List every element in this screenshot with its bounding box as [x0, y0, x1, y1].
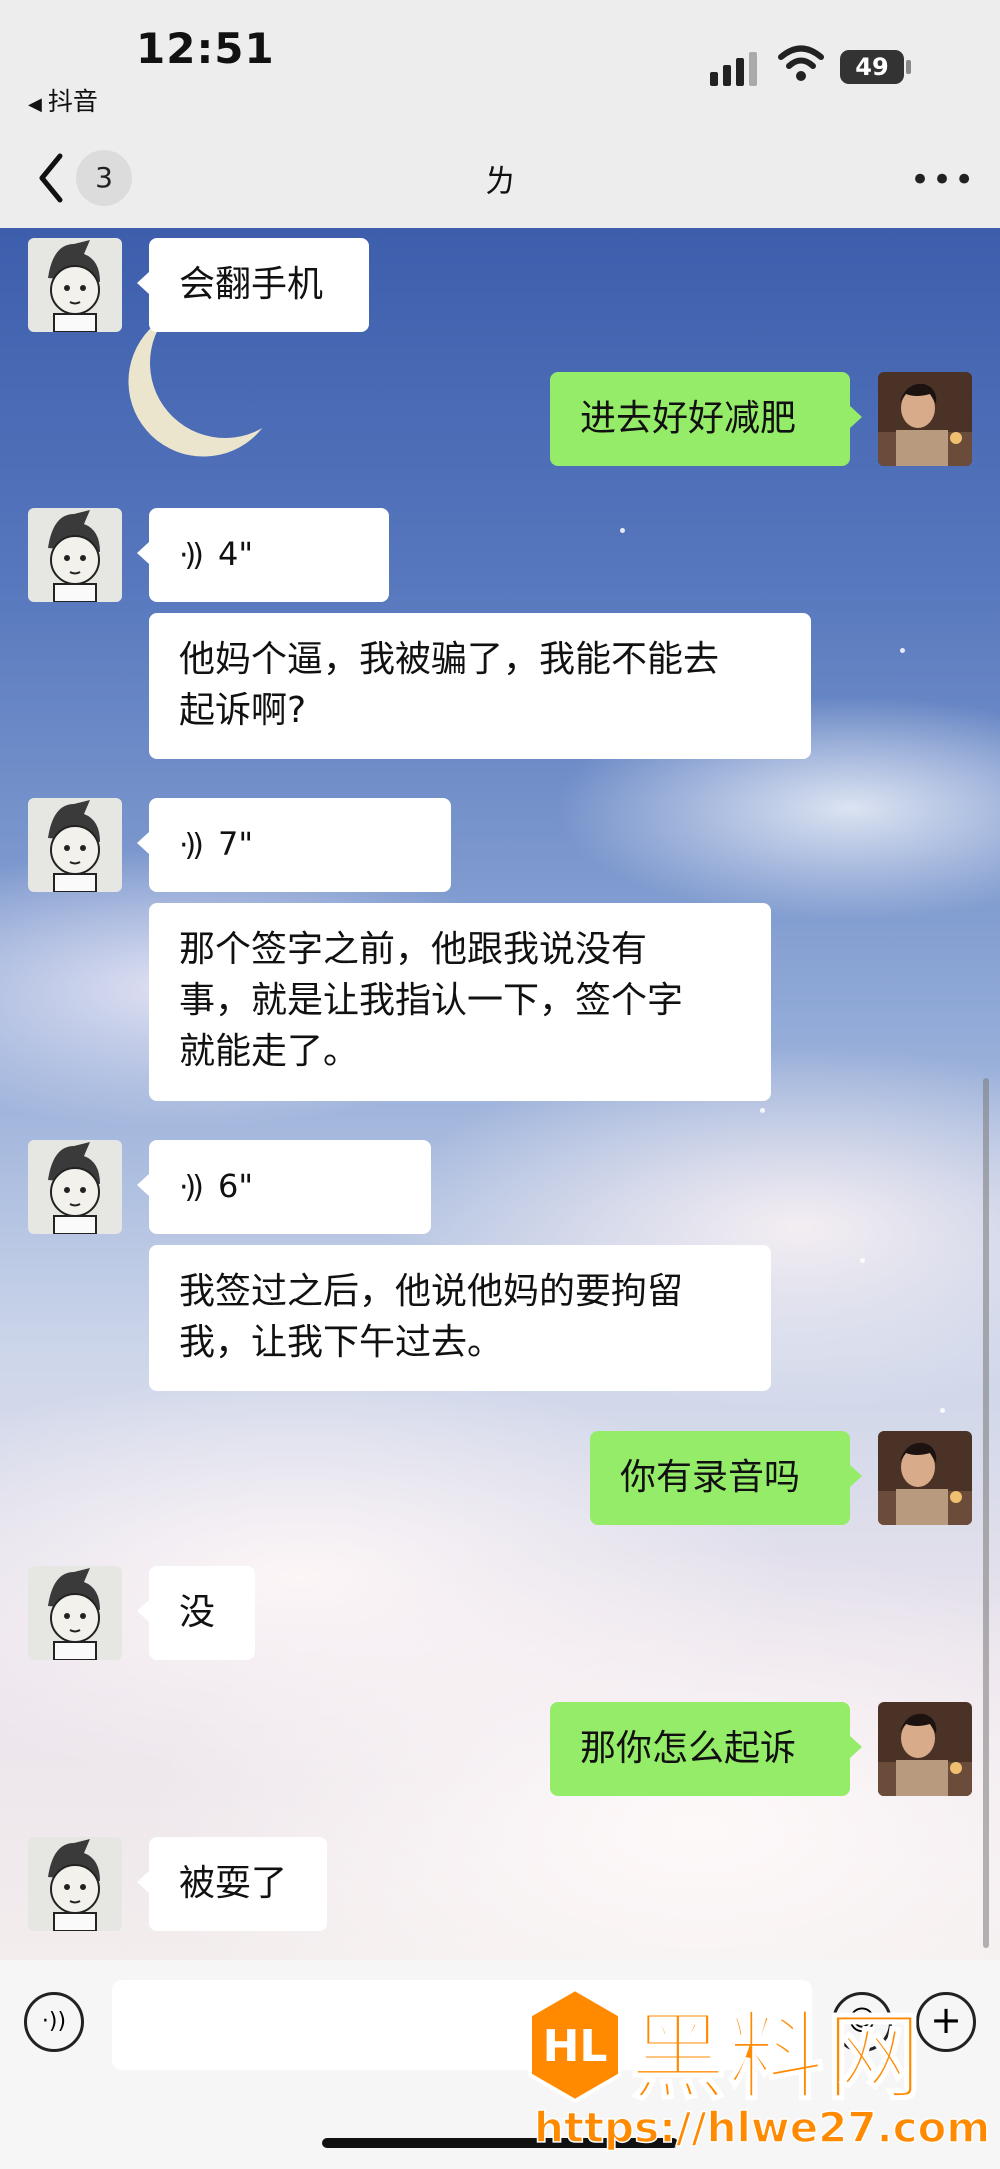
bubble-tail: [137, 1600, 149, 1622]
star-decoration: [940, 1408, 945, 1413]
voice-message[interactable]: ·)) 7": [149, 798, 451, 892]
voice-message[interactable]: ·)) 4": [149, 508, 389, 602]
my-avatar[interactable]: [878, 1431, 972, 1525]
contact-avatar[interactable]: [28, 798, 122, 892]
back-chevron-icon[interactable]: [32, 148, 72, 208]
message-bubble-received[interactable]: 他妈个逼，我被骗了，我能不能去 起诉啊?: [149, 613, 811, 759]
contact-avatar[interactable]: [28, 1566, 122, 1660]
watermark-url: https://hlwe27.com: [533, 2102, 991, 2153]
star-decoration: [760, 1108, 765, 1113]
cellular-signal-icon: [710, 52, 757, 86]
watermark-title: 黑料网: [629, 2000, 924, 2114]
battery-indicator: 49: [840, 50, 904, 84]
wifi-icon: [778, 45, 824, 81]
chat-title: ㄌ: [483, 162, 516, 200]
star-decoration: [860, 1258, 865, 1263]
svg-text:HL: HL: [543, 2021, 608, 2072]
chat-scrollbar[interactable]: [983, 1078, 989, 1948]
message-bubble-received[interactable]: 没: [149, 1566, 255, 1660]
contact-avatar[interactable]: [28, 1837, 122, 1931]
bubble-tail: [850, 1465, 862, 1487]
status-time: 12:51: [136, 24, 275, 73]
voice-wave-icon: ·)): [179, 828, 204, 863]
my-avatar[interactable]: [878, 372, 972, 466]
message-bubble-received[interactable]: 被耍了: [149, 1837, 327, 1931]
bubble-tail: [137, 1871, 149, 1893]
star-decoration: [620, 528, 625, 533]
message-bubble-sent[interactable]: 那你怎么起诉: [550, 1702, 850, 1796]
back-triangle-icon: ◀: [28, 94, 42, 115]
voice-mode-icon[interactable]: ·)): [24, 1992, 84, 2052]
contact-avatar[interactable]: [28, 238, 122, 332]
my-avatar[interactable]: [878, 1702, 972, 1796]
bubble-tail: [850, 406, 862, 428]
star-decoration: [900, 648, 905, 653]
bubble-tail: [137, 832, 149, 854]
message-bubble-sent[interactable]: 你有录音吗: [590, 1431, 850, 1525]
message-bubble-received[interactable]: 那个签字之前，他跟我说没有 事，就是让我指认一下，签个字 就能走了。: [149, 903, 771, 1101]
voice-wave-icon: ·)): [179, 1170, 204, 1205]
contact-avatar[interactable]: [28, 508, 122, 602]
voice-duration: 6": [217, 1167, 254, 1205]
voice-duration: 7": [217, 825, 254, 863]
bubble-tail: [137, 272, 149, 294]
watermark-logo-icon: HL: [528, 1987, 622, 2103]
unread-count-badge[interactable]: 3: [76, 150, 132, 206]
bubble-tail: [850, 1736, 862, 1758]
voice-wave-icon: ·)): [179, 538, 204, 573]
bubble-tail: [137, 542, 149, 564]
battery-nub: [906, 60, 911, 74]
back-to-app-link[interactable]: ◀ 抖音: [28, 82, 98, 118]
message-bubble-received[interactable]: 我签过之后，他说他妈的要拘留 我，让我下午过去。: [149, 1245, 771, 1391]
bubble-tail: [137, 1174, 149, 1196]
message-bubble-received[interactable]: 会翻手机: [149, 238, 369, 332]
more-options-button[interactable]: •••: [910, 163, 976, 197]
watermark: HL 黑料网 https://hlwe27.com: [520, 1985, 1000, 2169]
top-bar: 12:51 ◀ 抖音 49 3 ㄌ •••: [0, 0, 1000, 228]
voice-duration: 4": [217, 535, 254, 573]
message-bubble-sent[interactable]: 进去好好减肥: [550, 372, 850, 466]
contact-avatar[interactable]: [28, 1140, 122, 1234]
voice-message[interactable]: ·)) 6": [149, 1140, 431, 1234]
back-app-label: 抖音: [47, 87, 98, 116]
chat-area[interactable]: 会翻手机 进去好好减肥 ·)) 4" 他妈个逼，我被骗了，我能不能去 起诉啊? ·…: [0, 228, 1000, 1960]
